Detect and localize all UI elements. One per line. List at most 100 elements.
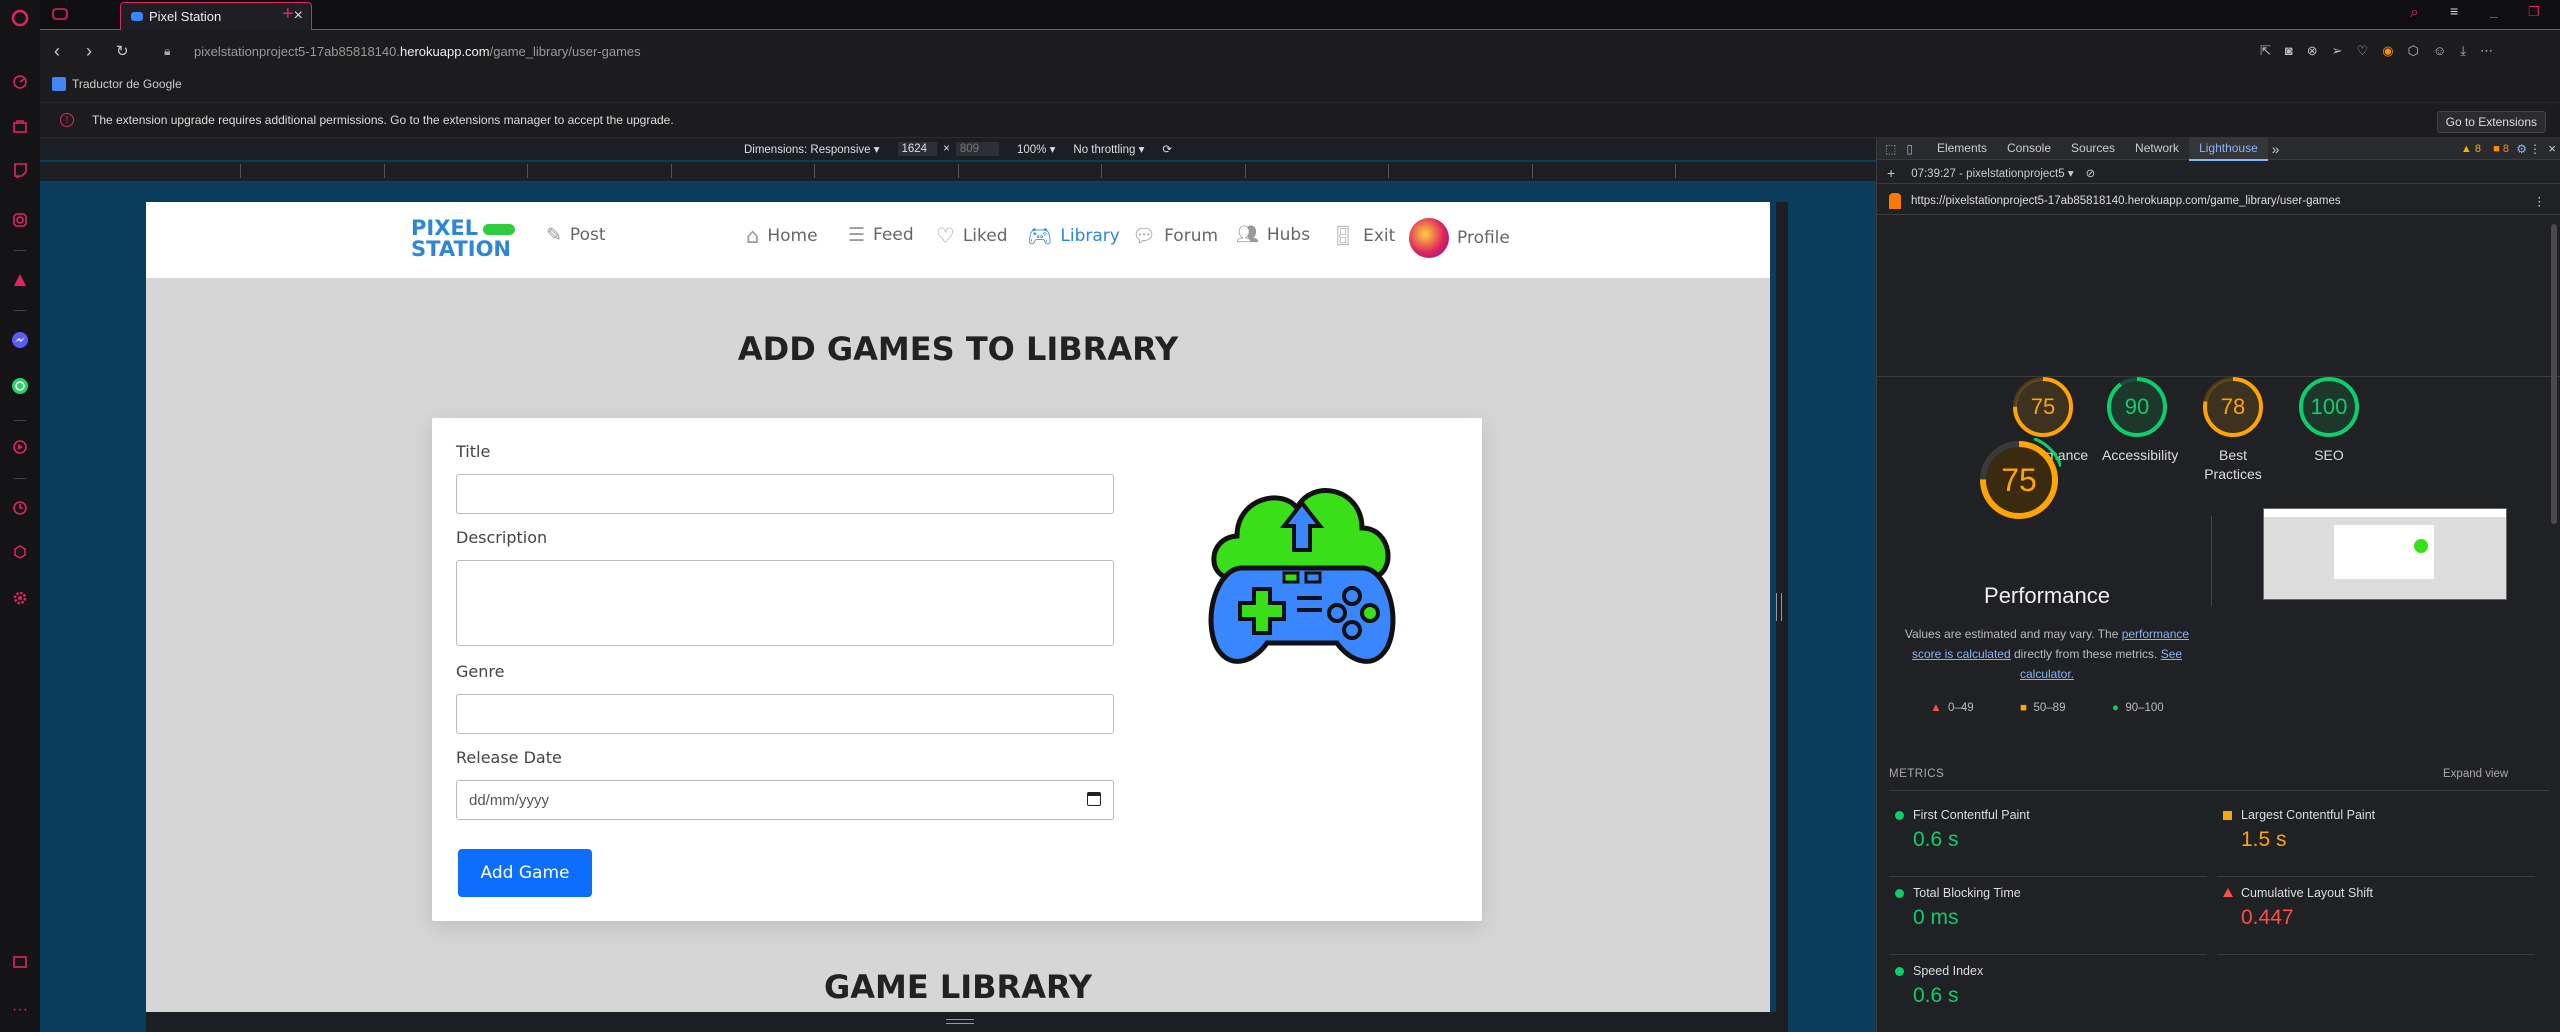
calendar-icon[interactable] <box>1087 792 1101 806</box>
forward-icon[interactable]: › <box>86 41 92 62</box>
metric-first-contentful-paint: First Contentful Paint 0.6 s <box>1889 808 2189 852</box>
zoom-select[interactable]: 100% ▾ <box>1017 142 1055 156</box>
devtools-menu-icon[interactable]: ⋮ <box>2529 142 2541 156</box>
release-date-input[interactable]: dd/mm/yyyy <box>456 780 1114 820</box>
legend-pass: ● 90–100 <box>2111 702 2164 714</box>
go-to-extensions-button[interactable]: Go to Extensions <box>2436 111 2546 133</box>
nav-home[interactable]: ⌂ Home <box>746 224 818 248</box>
cube-icon[interactable]: ⬡ <box>2408 43 2419 59</box>
rotate-icon[interactable]: ⟳ <box>1162 142 1172 156</box>
bookmark-google-translate[interactable]: Traductor de Google <box>72 77 182 91</box>
workspace-icon[interactable] <box>52 7 68 26</box>
errors-badge[interactable]: ■ 8 <box>2493 143 2509 155</box>
aria-icon[interactable] <box>10 270 30 290</box>
add-game-button[interactable]: Add Game <box>458 849 592 897</box>
nav-profile[interactable]: Profile <box>1409 218 1510 258</box>
score-gauge-accessibility[interactable]: 90 Accessibility <box>2087 376 2187 465</box>
inspect-icon[interactable]: ⬚ <box>1885 142 1896 156</box>
devtools-tab-lighthouse[interactable]: Lighthouse <box>2189 136 2268 161</box>
nav-liked[interactable]: ♡ Liked <box>936 224 1008 248</box>
new-report-icon[interactable]: + <box>1887 165 1895 181</box>
nav-forum[interactable]: 💬︎ Forum <box>1132 224 1218 247</box>
page-screenshot-thumbnail[interactable] <box>2263 508 2507 600</box>
twitch-icon[interactable] <box>10 160 30 180</box>
minimize-icon[interactable]: _ <box>2490 2 2498 18</box>
nav-exit[interactable]: 🚪︎ Exit <box>1331 224 1395 247</box>
metric-cumulative-layout-shift: Cumulative Layout Shift 0.447 <box>2217 886 2517 930</box>
settings-gear-icon[interactable] <box>10 588 30 608</box>
extensions-icon[interactable] <box>10 542 30 562</box>
tab-search-icon[interactable]: ⌕ <box>2410 4 2419 22</box>
cloud-gamepad-illustration <box>1208 488 1396 664</box>
score-gauge-seo[interactable]: 100 SEO <box>2279 376 2379 465</box>
throttling-select[interactable]: No throttling ▾ <box>1073 142 1144 156</box>
player-icon[interactable] <box>10 437 30 457</box>
devtools-tab-elements[interactable]: Elements <box>1927 137 1997 161</box>
report-menu-icon[interactable]: ⋮ <box>2534 194 2546 208</box>
legend-fail: ▲ 0–49 <box>1930 702 1974 714</box>
nav-post[interactable]: ✎ Post <box>546 224 606 246</box>
opera-logo-icon[interactable] <box>10 8 30 28</box>
reload-icon[interactable]: ↻ <box>116 42 129 60</box>
score-gauge-best-practices[interactable]: 78 Best Practices <box>2183 376 2283 484</box>
resize-handle-right[interactable] <box>1776 593 1782 621</box>
speed-dial-icon[interactable] <box>10 72 30 92</box>
description-textarea[interactable] <box>456 560 1114 646</box>
devtools-settings-icon[interactable]: ⚙ <box>2516 142 2527 156</box>
block-icon[interactable]: ⊗ <box>2307 43 2318 59</box>
send-icon[interactable]: ⇱ <box>2260 43 2271 59</box>
ext-orange-icon[interactable]: ◉ <box>2382 43 2393 59</box>
tab-menu-icon[interactable]: ≡ <box>2450 3 2458 19</box>
big-score: 75 <box>2001 461 2037 498</box>
devtools-close-icon[interactable]: × <box>2548 141 2556 156</box>
more-tabs[interactable]: » <box>2272 141 2280 157</box>
metric-value: 0 ms <box>1913 906 1959 929</box>
genre-input[interactable] <box>456 694 1114 734</box>
device-toggle-icon[interactable]: ▯ <box>1906 142 1913 156</box>
account-icon[interactable]: ☺ <box>2433 43 2446 59</box>
site-logo[interactable]: PIXEL STATION <box>411 218 516 260</box>
camera-icon[interactable]: ◙ <box>2285 43 2293 59</box>
score-label: SEO <box>2314 447 2344 463</box>
whatsapp-icon[interactable] <box>10 376 30 396</box>
description-label: Description <box>456 528 548 547</box>
heart-icon[interactable]: ♡ <box>2357 43 2369 59</box>
nav-feed[interactable]: ☰ Feed <box>848 224 914 246</box>
warnings-badge[interactable]: ▲ 8 <box>2461 143 2481 155</box>
devtools-tab-console[interactable]: Console <box>1997 137 2061 161</box>
title-input[interactable] <box>456 474 1114 514</box>
report-url-row: https://pixelstationproject5-17ab8581814… <box>1877 190 2560 212</box>
devtools-tab-network[interactable]: Network <box>2125 137 2189 161</box>
new-tab-icon[interactable]: + <box>282 3 294 26</box>
nav-library[interactable]: 🎮︎ Library <box>1027 224 1120 248</box>
back-icon[interactable]: ‹ <box>54 41 60 62</box>
nav-hubs[interactable]: 👥︎ Hubs <box>1236 224 1310 245</box>
resize-handle-bottom[interactable] <box>946 1019 974 1024</box>
shop-icon[interactable] <box>10 116 30 136</box>
menu-dots-icon[interactable]: ⋯ <box>2480 43 2493 59</box>
devtools-tab-sources[interactable]: Sources <box>2061 137 2125 161</box>
dimensions-select[interactable]: Dimensions: Responsive ▾ <box>744 142 880 156</box>
messenger-icon[interactable] <box>10 330 30 350</box>
metric-name: First Contentful Paint <box>1913 808 2030 822</box>
share-icon[interactable]: ➢ <box>2332 43 2343 59</box>
restore-icon[interactable]: ❐ <box>2528 4 2540 20</box>
score-label: Best Practices <box>2204 447 2262 482</box>
height-input[interactable]: 809 <box>955 142 999 156</box>
times-symbol: × <box>943 143 950 155</box>
instagram-icon[interactable] <box>10 210 30 230</box>
more-icon[interactable]: ··· <box>10 1000 30 1020</box>
tab-close-icon[interactable]: × <box>294 7 303 25</box>
download-icon[interactable]: ⤓ <box>2460 43 2466 59</box>
history-icon[interactable] <box>10 498 30 518</box>
clear-icon[interactable]: ⊘ <box>2086 166 2096 180</box>
expand-view-link[interactable]: Expand view <box>2443 768 2508 780</box>
width-input[interactable]: 1624 <box>897 142 938 156</box>
devtools-scrollbar[interactable] <box>2551 224 2557 524</box>
metric-value: 0.447 <box>2241 906 2294 929</box>
people-icon: 👥︎ <box>1236 224 1259 245</box>
report-selector[interactable]: 07:39:27 - pixelstationproject5 ▾ <box>1911 166 2073 180</box>
snapshot-icon[interactable] <box>10 952 30 972</box>
score-note: Values are estimated and may vary. The p… <box>1904 627 2190 681</box>
url-field[interactable]: pixelstationproject5-17ab85818140.heroku… <box>194 44 641 59</box>
